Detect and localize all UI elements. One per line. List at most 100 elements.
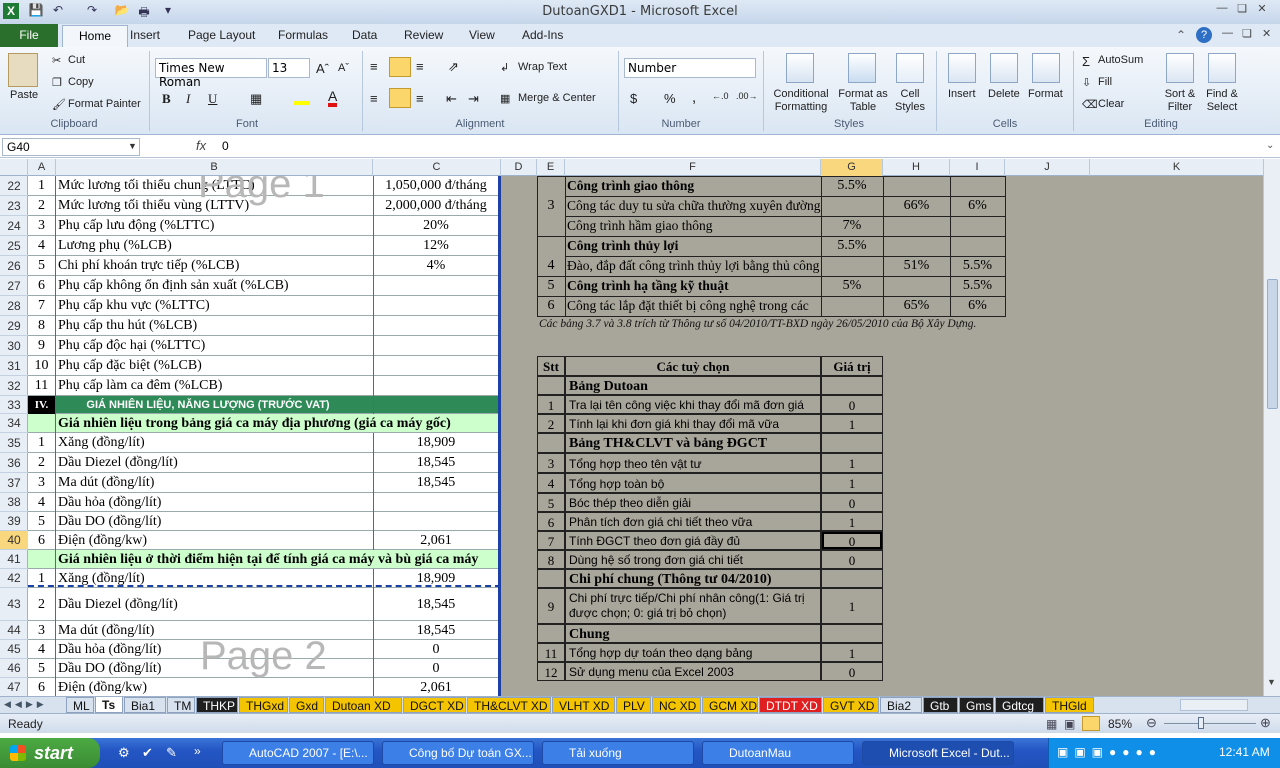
cell-stt[interactable]: 8 xyxy=(28,316,56,336)
option-value[interactable]: 0 xyxy=(821,395,883,414)
rate-item[interactable]: Công trình giao thông xyxy=(567,176,823,196)
rate-h[interactable]: 65% xyxy=(883,296,950,316)
rate-h[interactable] xyxy=(883,236,950,256)
normal-view-icon[interactable]: ▦ xyxy=(1046,717,1057,731)
align-right-icon[interactable]: ≡ xyxy=(416,91,424,106)
task-firefox-1[interactable]: Công bố Dự toán GX... xyxy=(382,741,534,765)
rate-i[interactable] xyxy=(950,236,1005,256)
tab-review[interactable]: Review xyxy=(404,28,443,42)
clear-button[interactable]: Clear xyxy=(1098,98,1124,110)
cell-stt[interactable]: 4 xyxy=(28,493,56,512)
fill-button[interactable]: Fill xyxy=(1098,76,1112,88)
cell-value[interactable]: 18,545 xyxy=(374,588,498,621)
cell-stt[interactable]: 2 xyxy=(28,588,56,621)
row-header[interactable]: 31 xyxy=(0,356,28,376)
cell-stt[interactable]: 2 xyxy=(28,196,56,216)
tab-page-layout[interactable]: Page Layout xyxy=(188,28,255,42)
number-format-dropdown[interactable]: Number xyxy=(624,58,756,78)
rate-stt[interactable] xyxy=(537,236,565,256)
cell-value[interactable] xyxy=(374,512,498,531)
option-value[interactable]: 1 xyxy=(821,473,883,493)
zoom-in-icon[interactable]: ⊕ xyxy=(1260,715,1271,731)
selected-cell-g40[interactable]: 0 xyxy=(821,531,883,550)
col-header-c[interactable]: C xyxy=(373,159,501,176)
quicklaunch-icon-1[interactable]: ⚙ xyxy=(118,745,130,761)
cell-stt[interactable]: 2 xyxy=(28,453,56,473)
cell-value[interactable]: 2,061 xyxy=(374,678,498,696)
bold-icon[interactable]: B xyxy=(162,91,171,107)
cell-description[interactable]: GIÁ NHIÊN LIỆU, NĂNG LƯỢNG (TRƯỚC VAT) xyxy=(58,396,358,414)
sheet-tab[interactable]: Gdtcg xyxy=(995,697,1044,713)
col-header-k[interactable]: K xyxy=(1090,159,1264,176)
cell-description[interactable]: Giá nhiên liệu ở thời điểm hiện tại để t… xyxy=(58,550,498,569)
align-top-icon[interactable]: ≡ xyxy=(370,59,378,74)
cell-value[interactable]: 18,909 xyxy=(374,433,498,453)
task-firefox-2[interactable]: Tải xuống xyxy=(542,741,694,765)
cell-stt[interactable]: 3 xyxy=(28,621,56,640)
tab-scroll-icons[interactable]: ◀◀▶▶ xyxy=(4,699,48,710)
format-cells-icon[interactable] xyxy=(1032,53,1060,83)
sheet-tab[interactable]: NC XD xyxy=(652,697,701,713)
cell-description[interactable]: Phụ cấp đặc biệt (%LCB) xyxy=(58,356,373,376)
option-value[interactable] xyxy=(821,624,883,643)
percent-button[interactable]: % xyxy=(664,91,676,106)
row-header[interactable]: 32 xyxy=(0,376,28,396)
rate-stt[interactable]: 3 xyxy=(537,196,565,216)
row-header[interactable]: 39 xyxy=(0,512,28,531)
increase-decimal-icon[interactable]: ←.0 xyxy=(712,91,729,101)
rate-stt[interactable]: 5 xyxy=(537,276,565,296)
tab-insert[interactable]: Insert xyxy=(130,28,160,42)
col-header-g[interactable]: G xyxy=(821,159,883,176)
worksheet-grid[interactable]: 1 Mức lương tối thiểu chung (LTTC) 1,050,0… xyxy=(28,176,1264,696)
cell-value[interactable] xyxy=(374,296,498,316)
cell-description[interactable]: Phụ cấp khu vực (%LTTC) xyxy=(58,296,373,316)
cell-stt[interactable]: IV. xyxy=(28,396,56,414)
tray-icons[interactable]: ▣▣▣●●●● xyxy=(1057,745,1162,759)
cell-stt[interactable]: 6 xyxy=(28,276,56,296)
borders-icon[interactable]: ▦ xyxy=(250,91,262,107)
cell-description[interactable]: Dầu hỏa (đồng/lít) xyxy=(58,493,373,512)
align-center-icon[interactable] xyxy=(389,88,411,108)
rate-item[interactable]: Công trình hầm giao thông xyxy=(567,216,823,236)
merge-icon[interactable]: ▦ xyxy=(500,92,510,105)
sheet-tab[interactable]: TM xyxy=(167,697,195,713)
decrease-indent-icon[interactable]: ⇤ xyxy=(446,91,457,107)
sheet-tab[interactable]: GCM XD xyxy=(702,697,758,713)
sheet-tab[interactable]: Dutoan XD xyxy=(325,697,402,713)
font-color-icon[interactable]: A xyxy=(328,89,338,107)
rate-item[interactable]: Công trình hạ tầng kỹ thuật xyxy=(567,276,823,296)
help-icon[interactable]: ? xyxy=(1196,27,1212,43)
quicklaunch-icon-2[interactable]: ✔ xyxy=(142,745,153,761)
insert-cells-icon[interactable] xyxy=(948,53,976,83)
row-header[interactable]: 37 xyxy=(0,473,28,493)
cut-icon[interactable]: ✂ xyxy=(52,54,61,67)
formula-input[interactable]: 0 xyxy=(222,139,229,153)
row-header[interactable]: 34 xyxy=(0,414,28,433)
fill-color-icon[interactable] xyxy=(294,91,310,105)
font-name-dropdown[interactable]: Times New Roman xyxy=(155,58,267,89)
restore-icon[interactable]: ❏ xyxy=(1232,2,1252,18)
row-header[interactable]: 35 xyxy=(0,433,28,453)
format-painter-icon[interactable]: 🖌 xyxy=(52,98,66,111)
rate-i[interactable]: 5.5% xyxy=(950,256,1005,276)
cell-value[interactable]: 1,050,000 đ/tháng xyxy=(374,176,498,196)
option-value[interactable] xyxy=(821,569,883,588)
rate-item[interactable]: Công tác lắp đặt thiết bị công nghệ tron… xyxy=(567,296,823,316)
cell-value[interactable] xyxy=(374,396,498,414)
cell-description[interactable]: Dầu Diezel (đồng/lít) xyxy=(58,453,373,473)
cell-stt[interactable]: 1 xyxy=(28,176,56,196)
sheet-tab[interactable]: VLHT XD xyxy=(552,697,615,713)
cell-stt[interactable]: 3 xyxy=(28,473,56,493)
cell-description[interactable]: Lương phụ (%LCB) xyxy=(58,236,373,256)
tab-view[interactable]: View xyxy=(469,28,495,42)
rate-item[interactable]: Đào, đắp đất công trình thủy lợi bằng th… xyxy=(567,256,823,276)
sheet-tab[interactable]: TH&CLVT XD xyxy=(467,697,551,713)
cell-stt[interactable]: 3 xyxy=(28,216,56,236)
horizontal-scrollbar[interactable] xyxy=(1180,699,1248,711)
col-header-f[interactable]: F xyxy=(565,159,821,176)
currency-button[interactable]: $ xyxy=(630,91,637,106)
row-header[interactable]: 47 xyxy=(0,678,28,697)
clock[interactable]: 12:41 AM xyxy=(1219,745,1270,759)
cell-stt[interactable]: 10 xyxy=(28,356,56,376)
copy-button[interactable]: Copy xyxy=(68,76,94,88)
